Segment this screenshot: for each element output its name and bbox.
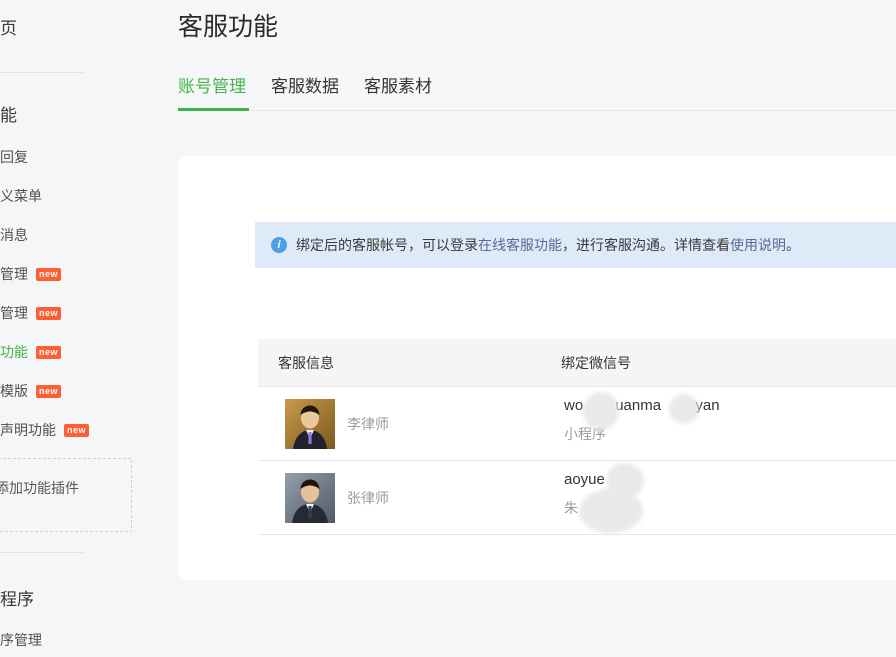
tab-account-manage[interactable]: 账号管理: [178, 77, 246, 97]
banner-text-after: 。: [786, 237, 800, 253]
tab-service-data[interactable]: 客服数据: [271, 77, 339, 97]
sidebar-divider-bottom: [0, 552, 84, 553]
table-header-row: 客服信息 绑定微信号: [258, 339, 896, 387]
sidebar-item-label: 回复: [0, 147, 28, 167]
sidebar-item-custom-menu[interactable]: 义菜单: [0, 186, 42, 206]
wechat-id-part: uanma: [615, 397, 661, 414]
content-card: i 绑定后的客服帐号，可以登录在线客服功能，进行客服沟通。详情查看使用说明。 客…: [178, 156, 896, 580]
sidebar-item-miniprogram-manage[interactable]: 序管理: [0, 630, 42, 650]
sidebar-item-label: 消息: [0, 225, 28, 245]
active-tab-underline: [178, 108, 249, 111]
new-badge: new: [36, 385, 61, 398]
bound-wechat-cell: aoyue 朱: [561, 461, 896, 534]
service-account-table: 客服信息 绑定微信号: [258, 339, 896, 535]
service-info-cell: 李律师: [258, 387, 561, 460]
table-row: 张律师 aoyue 朱: [258, 461, 896, 535]
sidebar-item-manage-2[interactable]: 管理 new: [0, 303, 61, 323]
page-title: 客服功能: [178, 10, 278, 44]
blur-censor-patch: [669, 394, 699, 424]
link-usage-guide[interactable]: 使用说明: [730, 237, 786, 253]
blur-censor-patch: [583, 392, 619, 430]
new-badge: new: [36, 268, 61, 281]
sidebar-item-label: 义菜单: [0, 186, 42, 206]
new-badge: new: [64, 424, 89, 437]
sidebar-item-page-template[interactable]: 模版 new: [0, 381, 61, 401]
banner-text-before: 绑定后的客服帐号，可以登录: [296, 237, 478, 253]
tab-bar-divider: [178, 110, 896, 111]
info-banner: i 绑定后的客服帐号，可以登录在线客服功能，进行客服沟通。详情查看使用说明。: [255, 222, 896, 268]
sidebar-section-home[interactable]: 页: [0, 14, 17, 39]
wechat-mp-admin-screen: 页 能 回复 义菜单 消息 管理 new 管理 new 功能 new 模版 ne…: [0, 0, 896, 657]
tab-bar: 账号管理 客服数据 客服素材: [178, 77, 432, 97]
link-online-service[interactable]: 在线客服功能: [478, 237, 562, 253]
bound-wechat-cell: wouanmaoyan 小程序: [561, 387, 896, 460]
sidebar-item-template-message[interactable]: 消息: [0, 225, 28, 245]
info-icon: i: [271, 237, 287, 253]
sidebar-item-label: 管理: [0, 264, 28, 284]
sidebar-item-manage-1[interactable]: 管理 new: [0, 264, 61, 284]
service-account-name: 李律师: [347, 414, 389, 434]
wechat-id-part: wo: [564, 397, 583, 414]
column-header-bound-wechat-id: 绑定微信号: [561, 353, 896, 373]
sidebar-item-declaration[interactable]: 声明功能 new: [0, 420, 89, 440]
sidebar-item-label: 声明功能: [0, 420, 56, 440]
banner-text-mid: ，进行客服沟通。详情查看: [562, 237, 730, 253]
new-badge: new: [36, 346, 61, 359]
sidebar-item-label: 模版: [0, 381, 28, 401]
sidebar-item-auto-reply[interactable]: 回复: [0, 147, 28, 167]
add-plugin-label[interactable]: 添加功能插件: [0, 478, 79, 498]
sidebar-divider-top: [0, 72, 84, 73]
blur-censor-patch: [579, 489, 643, 533]
sidebar-section-miniprogram: 程序: [0, 585, 34, 610]
service-account-name: 张律师: [347, 488, 389, 508]
sidebar-item-label: 功能: [0, 342, 28, 362]
table-row: 李律师 wouanmaoyan 小程序: [258, 387, 896, 461]
avatar: [285, 399, 335, 449]
sidebar-item-label: 管理: [0, 303, 28, 323]
sidebar-item-label: 序管理: [0, 630, 42, 650]
tab-service-material[interactable]: 客服素材: [364, 77, 432, 97]
service-info-cell: 张律师: [258, 461, 561, 534]
avatar: [285, 473, 335, 523]
wechat-sub-text: 朱: [564, 498, 578, 518]
new-badge: new: [36, 307, 61, 320]
sidebar-section-features: 能: [0, 101, 17, 126]
info-banner-text: 绑定后的客服帐号，可以登录在线客服功能，进行客服沟通。详情查看使用说明。: [296, 235, 800, 255]
wechat-id-text: aoyue: [564, 471, 605, 488]
sidebar-item-customer-service[interactable]: 功能 new: [0, 342, 61, 362]
column-header-service-info: 客服信息: [258, 353, 561, 373]
